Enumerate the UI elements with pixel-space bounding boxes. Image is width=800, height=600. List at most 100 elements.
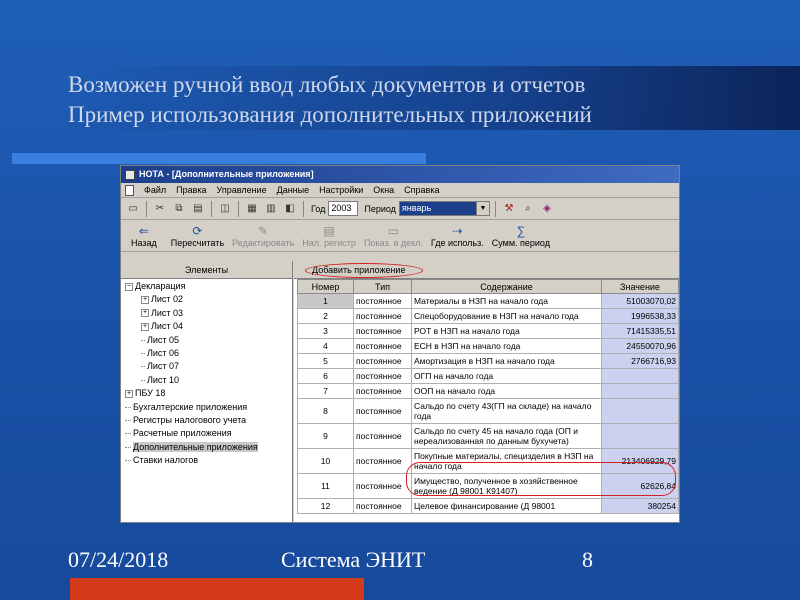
row-type[interactable]: постоянное [353,448,412,474]
tree-item[interactable]: Ставки налогов [121,454,292,467]
row-number[interactable]: 11 [297,473,354,499]
column-header-value[interactable]: Значение [601,279,679,294]
menu-manage[interactable]: Управление [217,185,267,195]
table-row[interactable]: 12 постоянное Целевое финансирование (Д 98… [297,498,679,514]
show-in-declaration-button[interactable]: ▭ Показ. в декл. [360,221,427,251]
expand-icon[interactable]: + [141,322,149,331]
row-value[interactable] [601,423,679,449]
row-number[interactable]: 4 [297,338,354,354]
tools-icon[interactable]: ⚒ [501,201,517,217]
menu-windows[interactable]: Окна [373,185,394,195]
row-type[interactable]: постоянное [353,398,412,424]
column-header-type[interactable]: Тип [353,279,412,294]
cascade-windows-icon[interactable]: ▦ [244,201,260,217]
sum-period-button[interactable]: ∑ Сумм. период [488,221,554,251]
copy-icon[interactable]: ⧉ [171,201,187,217]
row-type[interactable]: постоянное [353,498,412,514]
menu-help[interactable]: Справка [404,185,439,195]
row-number[interactable]: 6 [297,368,354,384]
row-value[interactable]: 71415335,51 [601,323,679,339]
back-button[interactable]: ⇐ Назад [127,221,161,251]
table-row[interactable]: 5 постоянное Амортизация в НЗП на начало г… [297,353,679,369]
menu-file[interactable]: Файл [144,185,166,195]
column-header-number[interactable]: Номер [297,279,354,294]
row-number[interactable]: 9 [297,423,354,449]
row-number[interactable]: 5 [297,353,354,369]
tile-vertical-icon[interactable]: ◧ [282,201,298,217]
search-icon[interactable]: ⌕ [520,201,536,217]
tree-item[interactable]: Регистры налогового учета [121,414,292,427]
tree-item[interactable]: Лист 06 [121,347,292,360]
collapse-icon[interactable]: − [125,282,133,291]
table-row[interactable]: 3 постоянное РОТ в НЗП на начало года 71415… [297,323,679,339]
recalculate-button[interactable]: ⟳ Пересчитать [167,221,228,251]
row-type[interactable]: постоянное [353,293,412,309]
menu-edit[interactable]: Правка [176,185,206,195]
row-value[interactable]: 24550070,96 [601,338,679,354]
menu-data[interactable]: Данные [277,185,310,195]
row-content[interactable]: Спецоборудование в НЗП на начало года [411,308,602,324]
tree-item[interactable]: + ПБУ 18 [121,387,292,400]
table-row[interactable]: 6 постоянное ОГП на начало года [297,368,679,384]
row-type[interactable]: постоянное [353,338,412,354]
row-type[interactable]: постоянное [353,383,412,399]
row-number[interactable]: 3 [297,323,354,339]
year-field[interactable]: 2003 [328,201,359,216]
row-number[interactable]: 12 [297,498,354,514]
row-value[interactable]: 380254 [601,498,679,514]
row-value[interactable] [601,368,679,384]
table-row[interactable]: 1 постоянное Материалы в НЗП на начало год… [297,293,679,309]
tree-item[interactable]: Расчетные приложения [121,427,292,440]
paste-icon[interactable]: ▤ [190,201,206,217]
table-row[interactable]: 8 постоянное Сальдо по счету 43(ГП на скла… [297,398,679,424]
table-row[interactable]: 7 постоянное ООП на начало года [297,383,679,399]
expand-icon[interactable]: + [141,296,149,305]
period-select[interactable]: январь ▼ [398,201,490,216]
chevron-down-icon[interactable]: ▼ [475,202,489,215]
row-value[interactable] [601,383,679,399]
row-content[interactable]: Амортизация в НЗП на начало года [411,353,602,369]
tree-item[interactable]: Лист 10 [121,374,292,387]
row-number[interactable]: 8 [297,398,354,424]
table-row[interactable]: 9 постоянное Сальдо по счету 45 на начало … [297,423,679,449]
book-icon[interactable]: ◈ [539,201,555,217]
table-row[interactable]: 2 постоянное Спецоборудование в НЗП на нач… [297,308,679,324]
row-number[interactable]: 2 [297,308,354,324]
where-used-button[interactable]: ⇢ Где использ. [427,221,488,251]
row-type[interactable]: постоянное [353,473,412,499]
row-type[interactable]: постоянное [353,353,412,369]
row-content[interactable]: Сальдо по счету 43(ГП на складе) на нача… [411,398,602,424]
cut-icon[interactable]: ✂ [152,201,168,217]
row-content[interactable]: Материалы в НЗП на начало года [411,293,602,309]
tile-horizontal-icon[interactable]: ▥ [263,201,279,217]
tree-item[interactable]: Лист 05 [121,334,292,347]
table-row[interactable]: 4 постоянное ЕСН в НЗП на начало года 24550… [297,338,679,354]
row-value[interactable]: 1996538,33 [601,308,679,324]
row-number[interactable]: 7 [297,383,354,399]
row-content[interactable]: ООП на начало года [411,383,602,399]
tree-item[interactable]: Дополнительные приложения [121,441,292,454]
row-content[interactable]: ОГП на начало года [411,368,602,384]
row-type[interactable]: постоянное [353,323,412,339]
row-number[interactable]: 10 [297,448,354,474]
edit-button[interactable]: ✎ Редактировать [228,221,298,251]
row-type[interactable]: постоянное [353,368,412,384]
expand-icon[interactable]: + [141,309,149,318]
row-type[interactable]: постоянное [353,308,412,324]
tax-register-button[interactable]: ▤ Нал. регистр [298,221,360,251]
tree-item[interactable]: + Лист 03 [121,307,292,320]
tree-item[interactable]: Бухгалтерские приложения [121,401,292,414]
tree-item[interactable]: Лист 07 [121,360,292,373]
tree-item[interactable]: + Лист 04 [121,320,292,333]
row-content[interactable]: Целевое финансирование (Д 98001 [411,498,602,514]
row-value[interactable]: 2766716,93 [601,353,679,369]
open-icon[interactable]: ▭ [125,201,141,217]
print-preview-icon[interactable]: ◫ [217,201,233,217]
menu-settings[interactable]: Настройки [319,185,363,195]
tree-item[interactable]: + Лист 02 [121,293,292,306]
tree-item[interactable]: − Декларация [121,280,292,293]
expand-icon[interactable]: + [125,389,133,398]
row-value[interactable]: 51003070,02 [601,293,679,309]
row-value[interactable] [601,398,679,424]
row-type[interactable]: постоянное [353,423,412,449]
